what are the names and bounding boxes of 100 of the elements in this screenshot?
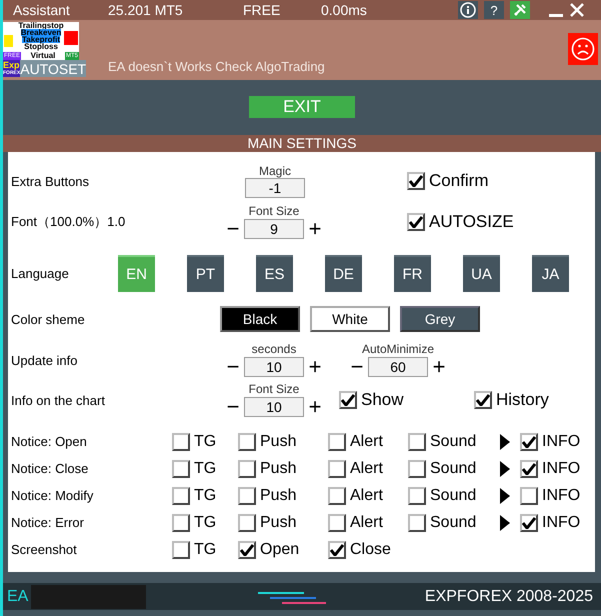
copyright-text: EXPFOREX 2008-2025 bbox=[424, 588, 593, 606]
checkbox[interactable] bbox=[238, 540, 256, 558]
checkbox[interactable] bbox=[172, 460, 190, 478]
color-swatch bbox=[4, 35, 13, 47]
increase-button[interactable]: + bbox=[304, 218, 326, 240]
checkbox[interactable] bbox=[520, 460, 538, 478]
field-caption: seconds bbox=[252, 342, 296, 356]
checkbox[interactable] bbox=[408, 432, 426, 450]
logo-text: Breakeven bbox=[20, 29, 62, 36]
setting-label: Notice: Modify bbox=[11, 488, 94, 503]
checkbox-label: Sound bbox=[430, 514, 476, 532]
sad-face-icon[interactable] bbox=[568, 33, 598, 65]
app-title: Assistant bbox=[12, 2, 71, 18]
checkbox[interactable] bbox=[328, 432, 346, 450]
logo-text: Trailingstop bbox=[18, 22, 64, 29]
setting-label: Language bbox=[11, 266, 70, 280]
color-scheme-button[interactable]: Grey bbox=[400, 306, 480, 332]
checkbox[interactable] bbox=[238, 432, 256, 450]
language-button[interactable]: DE bbox=[325, 254, 362, 292]
checkbox-label: TG bbox=[194, 432, 216, 450]
checkbox[interactable] bbox=[238, 486, 256, 504]
expand-arrow-icon[interactable] bbox=[500, 434, 510, 450]
checkbox-label: Alert bbox=[350, 432, 383, 450]
language-button[interactable]: JA bbox=[532, 254, 569, 292]
checkbox-label: TG bbox=[194, 460, 216, 478]
checkbox[interactable] bbox=[408, 460, 426, 478]
checkbox[interactable] bbox=[172, 540, 190, 558]
logo-text: Stoploss bbox=[24, 43, 58, 50]
checkbox[interactable] bbox=[408, 486, 426, 504]
ping-text: 0.00ms bbox=[321, 2, 368, 18]
checkbox-label: AUTOSIZE bbox=[429, 212, 514, 232]
checkbox[interactable] bbox=[328, 540, 346, 558]
checkbox[interactable] bbox=[172, 514, 190, 532]
checkbox[interactable] bbox=[328, 460, 346, 478]
number-field[interactable]: 9 bbox=[244, 218, 304, 238]
checkbox-label: Sound bbox=[430, 486, 476, 504]
expand-arrow-icon[interactable] bbox=[500, 460, 510, 476]
checkbox[interactable] bbox=[407, 213, 425, 231]
checkbox-label: INFO bbox=[542, 432, 580, 450]
license-text: FREE bbox=[243, 2, 282, 18]
decrease-button[interactable]: − bbox=[222, 356, 244, 378]
field-caption: AutoMinimize bbox=[362, 342, 434, 356]
checkbox-label: Sound bbox=[430, 432, 476, 450]
section-header: MAIN SETTINGS bbox=[3, 135, 601, 152]
checkbox[interactable] bbox=[172, 432, 190, 450]
expand-arrow-icon[interactable] bbox=[500, 514, 510, 530]
brand-text: Exp bbox=[3, 60, 20, 70]
field-caption: Font Size bbox=[248, 204, 300, 218]
setting-label: Color sheme bbox=[11, 312, 86, 326]
checkbox[interactable] bbox=[520, 514, 538, 532]
expand-arrow-icon[interactable] bbox=[500, 488, 510, 504]
setting-label: Update info bbox=[11, 352, 78, 368]
language-button[interactable]: UA bbox=[463, 254, 500, 292]
checkbox[interactable] bbox=[328, 486, 346, 504]
checkbox[interactable] bbox=[238, 514, 256, 532]
decrease-button[interactable]: − bbox=[222, 218, 244, 240]
checkbox-label: Alert bbox=[350, 486, 383, 504]
setting-label: Notice: Error bbox=[11, 515, 85, 530]
checkbox-label: Push bbox=[260, 514, 296, 532]
close-icon[interactable] bbox=[568, 1, 586, 19]
increase-button[interactable]: + bbox=[304, 356, 326, 378]
checkbox-label: TG bbox=[194, 486, 216, 504]
status-message: EA doesn`t Works Check AlgoTrading bbox=[108, 59, 325, 74]
setting-label: Info on the chart bbox=[11, 392, 106, 408]
number-field[interactable]: -1 bbox=[245, 178, 305, 198]
language-button[interactable]: FR bbox=[394, 254, 431, 292]
checkbox[interactable] bbox=[407, 172, 425, 190]
checkbox[interactable] bbox=[328, 514, 346, 532]
info-icon[interactable] bbox=[458, 1, 478, 19]
checkbox-label: Confirm bbox=[429, 171, 489, 191]
field-caption: Magic bbox=[258, 164, 291, 178]
checkbox[interactable] bbox=[172, 486, 190, 504]
checkbox[interactable] bbox=[520, 486, 538, 504]
decrease-button[interactable]: − bbox=[346, 356, 368, 378]
tools-icon[interactable] bbox=[510, 1, 530, 19]
language-button[interactable]: PT bbox=[187, 254, 224, 292]
input-field[interactable] bbox=[31, 584, 146, 608]
checkbox-label: Alert bbox=[350, 514, 383, 532]
setting-label: Font（100.0%）1.0 bbox=[11, 213, 126, 231]
increase-button[interactable]: + bbox=[428, 356, 450, 378]
checkbox[interactable] bbox=[238, 460, 256, 478]
color-scheme-button[interactable]: Black bbox=[220, 306, 300, 332]
field-caption: Font Size bbox=[248, 382, 300, 396]
checkbox[interactable] bbox=[408, 514, 426, 532]
checkbox-label: TG bbox=[194, 514, 216, 532]
number-field[interactable]: 60 bbox=[368, 356, 428, 376]
number-field[interactable]: 10 bbox=[244, 356, 304, 376]
checkbox-label: Open bbox=[260, 540, 300, 558]
checkbox[interactable] bbox=[474, 391, 492, 409]
color-scheme-button[interactable]: White bbox=[310, 306, 390, 332]
checkbox-label: Alert bbox=[350, 460, 383, 478]
help-button[interactable]: ? bbox=[484, 1, 504, 19]
color-swatch bbox=[64, 31, 78, 45]
language-button[interactable]: ES bbox=[256, 254, 293, 292]
number-field[interactable]: 10 bbox=[244, 396, 304, 416]
increase-button[interactable]: + bbox=[304, 396, 326, 418]
checkbox-label: TG bbox=[194, 540, 216, 558]
checkbox[interactable] bbox=[339, 391, 357, 409]
decrease-button[interactable]: − bbox=[222, 396, 244, 418]
checkbox[interactable] bbox=[520, 432, 538, 450]
